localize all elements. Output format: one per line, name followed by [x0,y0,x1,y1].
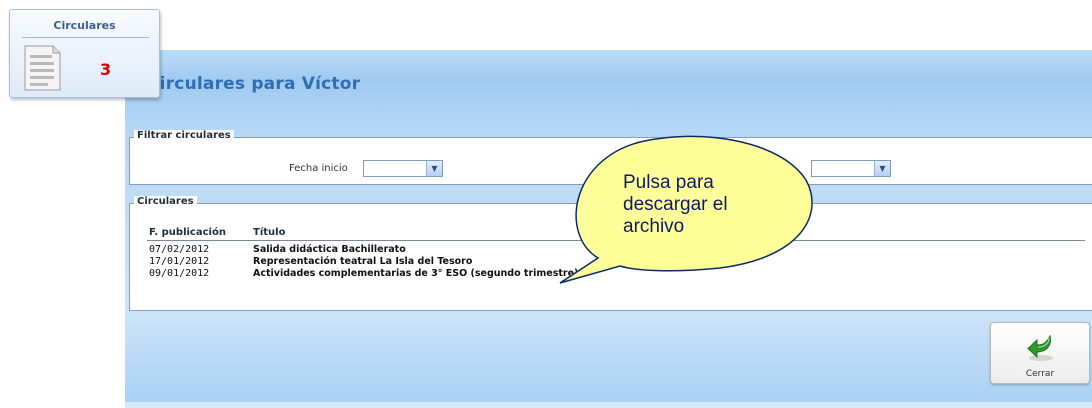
column-header-title: Título [253,227,286,238]
table-row[interactable]: 07/02/2012 Salida didáctica Bachillerato [130,244,730,256]
header-divider [147,240,1085,241]
circulares-count-badge: 3 [100,60,112,79]
row-date: 09/01/2012 [149,268,210,279]
row-title-link[interactable]: Representación teatral La Isla del Tesor… [253,256,472,267]
document-icon [24,45,61,91]
table-row[interactable]: 17/01/2012 Representación teatral La Isl… [130,256,730,268]
callout-text: Pulsa para descargar el archivo [623,172,793,238]
filter-fieldset: Filtrar circulares Fecha inicio ▼ Fecha … [129,130,1092,185]
end-date-select[interactable]: ▼ [811,160,891,177]
chevron-down-icon[interactable]: ▼ [874,161,890,176]
circulares-legend: Circulares [134,196,197,207]
start-date-label: Fecha inicio [289,163,348,174]
row-date: 17/01/2012 [149,256,210,267]
circulares-fieldset: Circulares F. publicación Título 07/02/2… [129,196,1092,311]
row-title-link[interactable]: Actividades complementarias de 3° ESO (s… [253,268,578,279]
row-date: 07/02/2012 [149,244,210,255]
callout-line: archivo [623,216,685,237]
row-title-link[interactable]: Salida didáctica Bachillerato [253,244,406,255]
filter-legend: Filtrar circulares [134,130,234,141]
return-arrow-icon [1027,334,1053,361]
column-header-date: F. publicación [149,227,226,238]
widget-title: Circulares [53,19,116,32]
widget-divider [22,37,149,38]
panel-footer-strip [125,402,1092,408]
circulares-widget[interactable]: Circulares 3 [9,9,160,98]
callout-line: descargar el [623,194,728,215]
table-row[interactable]: 09/01/2012 Actividades complementarias d… [130,268,730,280]
page-title: Circulares para Víctor [147,74,361,94]
chevron-down-icon[interactable]: ▼ [426,161,442,176]
start-date-select[interactable]: ▼ [363,160,443,177]
callout-line: Pulsa para [623,172,714,193]
close-button[interactable]: Cerrar [990,322,1090,384]
close-button-label: Cerrar [1025,369,1055,379]
